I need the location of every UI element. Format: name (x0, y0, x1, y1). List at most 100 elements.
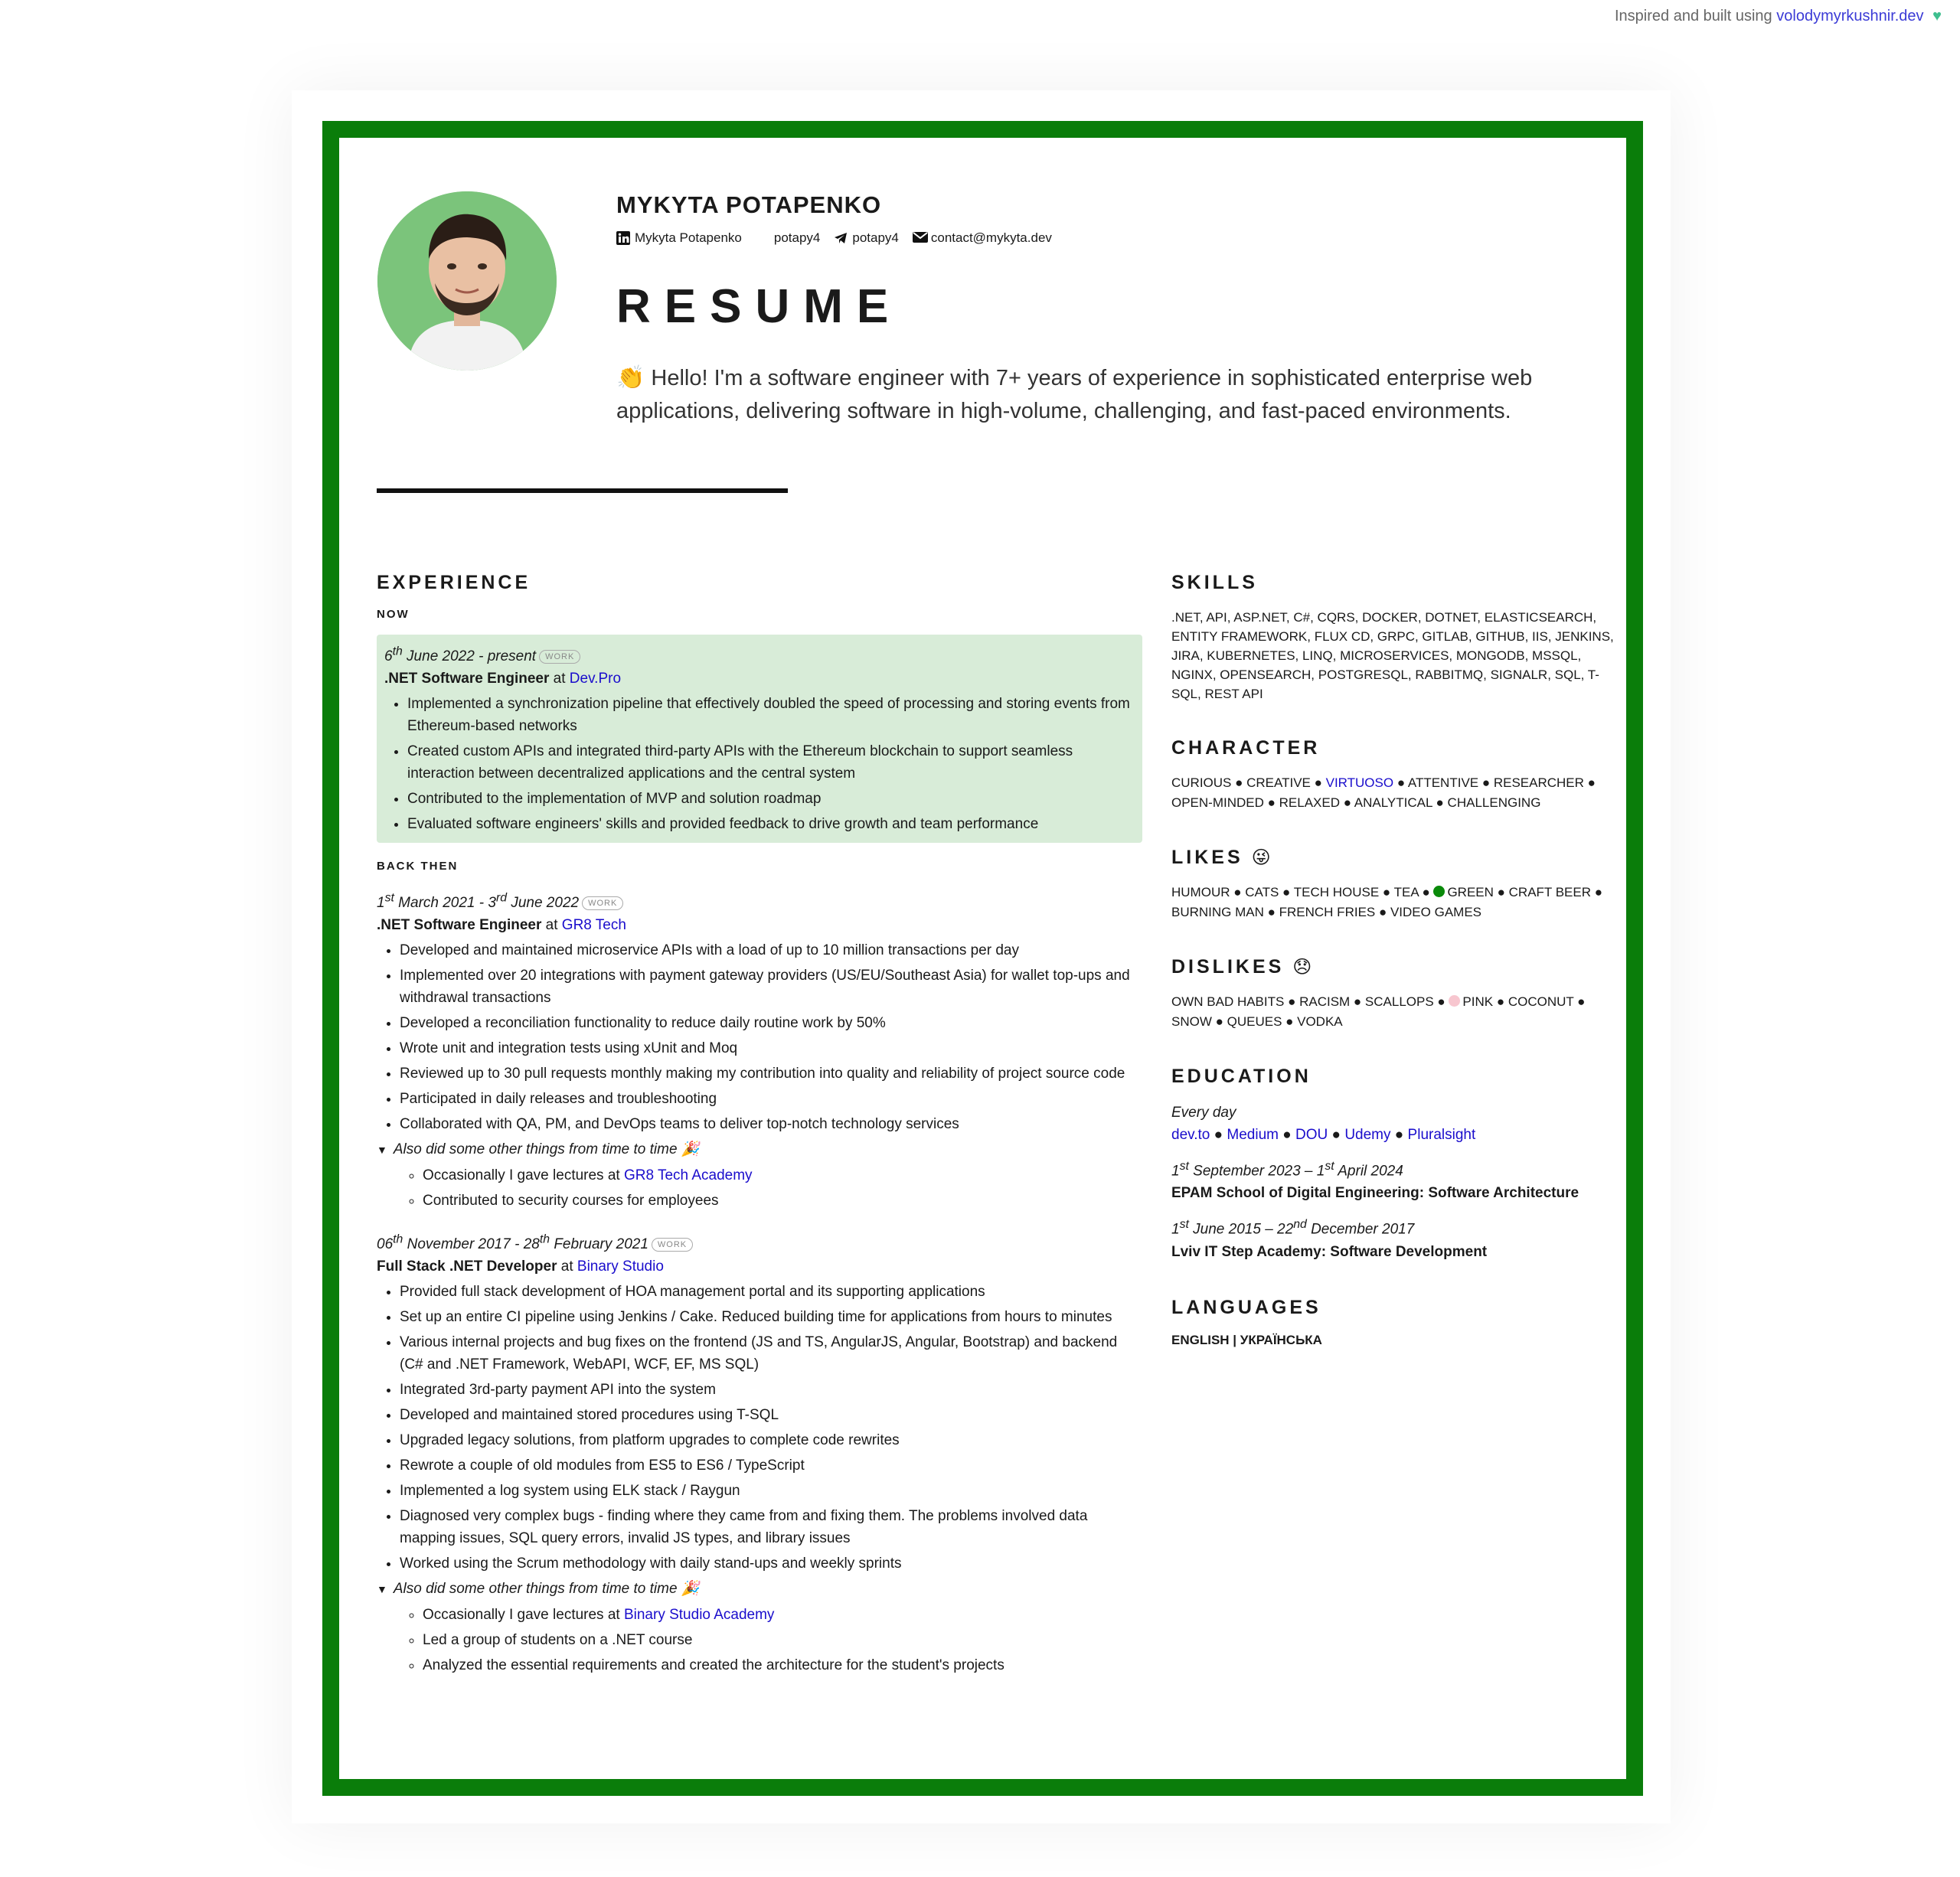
triangle-down-icon: ▼ (377, 1582, 387, 1595)
character-label: ANALYTICAL (1354, 795, 1432, 810)
avatar (377, 191, 557, 371)
education-heading: EDUCATION (1171, 1066, 1312, 1087)
email-contact[interactable]: contact@mykyta.dev (912, 230, 1052, 246)
education-list: Every day dev.to ● Medium ● DOU ● Udemy … (1171, 1102, 1615, 1263)
linkedin-label: Mykyta Potapenko (635, 230, 742, 245)
github-contact[interactable]: potapy4 (756, 230, 821, 246)
character-label: RELAXED (1279, 795, 1340, 810)
learning-link[interactable]: DOU (1295, 1127, 1328, 1143)
telegram-icon (834, 231, 848, 245)
job-bullet: Implemented a synchronization pipeline t… (407, 693, 1135, 737)
extra-toggle[interactable]: ▼ Also did some other things from time to… (377, 1578, 1142, 1601)
sad-face-icon: 😞 (1292, 957, 1315, 978)
job-bullets: Developed and maintained microservice AP… (377, 939, 1142, 1212)
extra-toggle-text: Also did some other things from time to … (393, 1580, 678, 1597)
job-bullet: Evaluated software engineers' skills and… (407, 813, 1135, 835)
character-item: VIRTUOSO (1326, 775, 1393, 790)
dislikes-label: SCALLOPS (1364, 994, 1434, 1009)
learning-link[interactable]: dev.to (1171, 1127, 1210, 1143)
education-date: 1st September 2023 – 1st April 2024 (1171, 1160, 1403, 1180)
likes-label: VIDEO GAMES (1390, 905, 1481, 919)
job-role: Full Stack .NET Developer (377, 1258, 557, 1275)
github-label: potapy4 (773, 230, 821, 245)
company-link[interactable]: Dev.Pro (570, 671, 621, 687)
extra-text: Led a group of students on a .NET course (423, 1631, 693, 1648)
clap-icon: 👏 (616, 365, 645, 390)
extra-toggle-text: Also did some other things from time to … (393, 1141, 678, 1157)
extra-toggle[interactable]: ▼ Also did some other things from time to… (377, 1138, 1142, 1161)
dislikes-item: SCALLOPS (1365, 994, 1434, 1009)
likes-heading-text: LIKES (1171, 847, 1243, 868)
dislikes-heading: DISLIKES 😞 (1171, 956, 1615, 978)
credit-text: Inspired and built using (1614, 8, 1772, 24)
experience-heading: EXPERIENCE (377, 572, 531, 593)
email-label: contact@mykyta.dev (930, 230, 1052, 245)
credit-link[interactable]: volodymyrkushnir.dev (1776, 8, 1923, 24)
likes-item: HUMOUR (1171, 885, 1230, 899)
job-date: 06th November 2017 - 28th February 2021 (377, 1232, 648, 1252)
likes-label: BURNING MAN (1171, 905, 1264, 919)
dislikes-item: VODKA (1297, 1014, 1343, 1029)
character-item: OPEN-MINDED (1171, 795, 1264, 810)
likes-item: TEA (1394, 885, 1419, 899)
job-role: .NET Software Engineer (384, 671, 550, 687)
likes-label: GREEN (1447, 885, 1494, 899)
character-item: RESEARCHER (1494, 775, 1584, 790)
learning-link[interactable]: Udemy (1344, 1127, 1390, 1143)
character-item: CURIOUS (1171, 775, 1231, 790)
party-popper-icon: 🎉 (681, 1580, 700, 1597)
job-bullets: Implemented a synchronization pipeline t… (384, 693, 1135, 835)
extra-item: Occasionally I gave lectures at Binary S… (423, 1604, 1142, 1626)
extra-item: Occasionally I gave lectures at GR8 Tech… (423, 1164, 1142, 1187)
character-item: ATTENTIVE (1408, 775, 1478, 790)
learning-links: dev.to ● Medium ● DOU ● Udemy ● Pluralsi… (1171, 1127, 1476, 1143)
job-bullet: Upgraded legacy solutions, from platform… (400, 1429, 1142, 1451)
job-bullet: Reviewed up to 30 pull requests monthly … (400, 1063, 1142, 1085)
learning-link[interactable]: Pluralsight (1408, 1127, 1476, 1143)
languages-list: ENGLISH | УКРАЇНСЬКА (1171, 1332, 1322, 1347)
github-icon (756, 231, 769, 245)
contacts-bar: Mykyta Potapenko potapy4 potapy4 contact… (616, 230, 1052, 246)
credit-line: Inspired and built using volodymyrkushni… (1615, 8, 1942, 25)
job-bullet: Developed a reconciliation functionality… (400, 1012, 1142, 1034)
company-link[interactable]: Binary Studio (577, 1258, 664, 1275)
job-bullet: Set up an entire CI pipeline using Jenki… (400, 1306, 1142, 1328)
back-then-label: BACK THEN (377, 860, 459, 873)
dislikes-item: PINK (1449, 994, 1493, 1009)
job-role-row: Full Stack .NET Developer at Binary Stud… (377, 1255, 1142, 1278)
dislikes-label: COCONUT (1508, 994, 1574, 1009)
company-link[interactable]: GR8 Tech (562, 917, 626, 933)
job-bullet: Provided full stack development of HOA m… (400, 1281, 1142, 1303)
sidebar-column: SKILLS .NET, API, ASP.NET, C#, CQRS, DOC… (1171, 572, 1615, 1348)
extra-text: Occasionally I gave lectures at (423, 1606, 620, 1623)
likes-item: TECH HOUSE (1294, 885, 1379, 899)
extra-text: Analyzed the essential requirements and … (423, 1657, 1004, 1673)
linkedin-contact[interactable]: Mykyta Potapenko (616, 230, 742, 246)
academy-link[interactable]: Binary Studio Academy (624, 1607, 774, 1623)
character-item: ANALYTICAL (1354, 795, 1432, 810)
dislikes-heading-text: DISLIKES (1171, 956, 1285, 978)
job-date-row: 06th November 2017 - 28th February 2021 W… (377, 1229, 1142, 1255)
dislikes-item: COCONUT (1508, 994, 1574, 1009)
extra-holder: Occasionally I gave lectures at GR8 Tech… (377, 1164, 1142, 1212)
telegram-contact[interactable]: potapy4 (834, 230, 899, 246)
academy-link[interactable]: GR8 Tech Academy (624, 1167, 753, 1183)
dislikes-label: QUEUES (1227, 1014, 1282, 1029)
job-bullets: Provided full stack development of HOA m… (377, 1281, 1142, 1676)
linkedin-icon (616, 231, 630, 245)
likes-item: CATS (1245, 885, 1279, 899)
job-date-row: 6th June 2022 - present WORK (384, 641, 1135, 668)
mail-icon (912, 231, 928, 245)
learning-link[interactable]: Medium (1227, 1127, 1279, 1143)
dislikes-label: OWN BAD HABITS (1171, 994, 1285, 1009)
character-label: CURIOUS (1171, 775, 1232, 790)
job-bullet: Created custom APIs and integrated third… (407, 740, 1135, 785)
education-everyday: Every day dev.to ● Medium ● DOU ● Udemy … (1171, 1102, 1615, 1146)
likes-item: BURNING MAN (1171, 905, 1264, 919)
color-dot-icon (1449, 995, 1461, 1007)
character-label: OPEN-MINDED (1171, 795, 1264, 810)
languages-heading: LANGUAGES (1171, 1296, 1321, 1318)
party-popper-icon: 🎉 (681, 1141, 700, 1157)
character-label: CHALLENGING (1447, 795, 1541, 810)
intro-body: Hello! I'm a software engineer with 7+ y… (616, 366, 1533, 423)
